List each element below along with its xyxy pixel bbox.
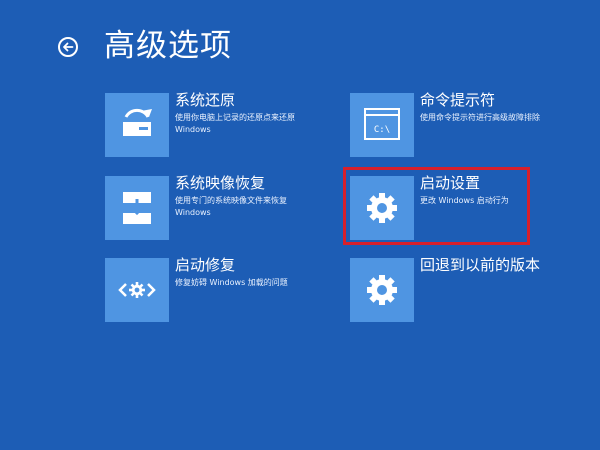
page-title: 高级选项 (104, 28, 232, 64)
option-tile (105, 258, 169, 322)
option-startup-repair[interactable]: 启动修复 修复妨碍 Windows 加载的问题 (105, 256, 335, 324)
option-tile: C:\ (350, 93, 414, 157)
back-button[interactable] (58, 37, 78, 57)
command-prompt-icon: C:\ (364, 108, 400, 140)
option-description: 使用命令提示符进行高级故障排除 (420, 113, 540, 122)
startup-repair-icon (118, 282, 156, 298)
option-title: 命令提示符 (420, 91, 496, 109)
option-title: 回退到以前的版本 (420, 256, 541, 274)
option-system-restore[interactable]: 系统还原 使用你电脑上记录的还原点来还原 Windows (105, 91, 335, 159)
option-description: 修复妨碍 Windows 加载的问题 (175, 278, 288, 287)
option-title: 系统还原 (175, 91, 236, 109)
option-title: 系统映像恢复 (175, 174, 266, 192)
option-title: 启动修复 (175, 256, 236, 274)
option-command-prompt[interactable]: C:\ 命令提示符 使用命令提示符进行高级故障排除 (350, 91, 580, 159)
gear-icon (367, 275, 397, 305)
option-tile (105, 176, 169, 240)
option-tile (105, 93, 169, 157)
option-description: 使用你电脑上记录的还原点来还原 Windows (175, 113, 295, 134)
back-arrow-icon (63, 42, 74, 52)
system-restore-icon (123, 108, 152, 136)
option-description: 使用专门的系统映像文件来恢复 Windows (175, 196, 287, 217)
command-prompt-icon-text: C:\ (374, 125, 390, 135)
option-tile (350, 258, 414, 322)
system-image-recovery-icon (123, 192, 151, 224)
option-go-back-previous-version[interactable]: 回退到以前的版本 (350, 256, 580, 324)
option-system-image-recovery[interactable]: 系统映像恢复 使用专门的系统映像文件来恢复 Windows (105, 174, 335, 242)
highlight-box (343, 167, 530, 245)
